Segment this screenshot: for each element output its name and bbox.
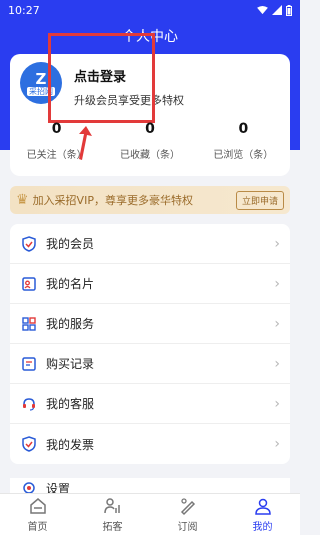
status-time: 10:27 [8, 3, 40, 17]
vip-apply-button[interactable]: 立即申请 [235, 190, 284, 210]
menu-label: 我的发票 [46, 437, 95, 452]
tab-home[interactable]: 首页 [0, 494, 75, 535]
tab-subscribe[interactable]: 订阅 [150, 494, 225, 535]
card-icon [20, 275, 38, 293]
chevron-right-icon: › [274, 235, 280, 252]
stat-value: 0 [51, 121, 62, 137]
stat-value: 0 [145, 121, 155, 137]
vip-banner[interactable]: ♛ 加入采招VIP，尊享更多豪华特权 立即申请 [10, 186, 290, 214]
stats-row: 0 已关注（条） 0 已收藏（条） 0 已浏览（条） [10, 120, 290, 161]
bottom-tab-bar: 首页 拓客 订阅 我的 [0, 493, 300, 535]
stat-label: 已关注（条） [26, 150, 87, 161]
menu-label: 我的服务 [46, 317, 95, 331]
signal-icon [272, 5, 282, 15]
profile-icon [254, 498, 271, 515]
tab-profile[interactable]: 我的 [225, 494, 300, 535]
tab-prospect[interactable]: 拓客 [75, 494, 150, 535]
chevron-right-icon: › [274, 275, 280, 292]
menu-item-service[interactable]: 我的服务 › [10, 304, 290, 344]
vip-text: 加入采招VIP，尊享更多豪华特权 [32, 194, 193, 207]
annotation-highlight-box [48, 33, 155, 123]
menu-label: 我的会员 [46, 237, 95, 251]
chevron-right-icon: › [274, 355, 280, 372]
customer-service-icon [20, 395, 38, 413]
chevron-right-icon: › [274, 315, 280, 332]
crown-icon: ♛ [16, 192, 29, 208]
prospect-icon [103, 498, 120, 514]
menu-label: 购买记录 [46, 357, 95, 371]
chevron-right-icon: › [274, 436, 280, 452]
menu-item-invoice[interactable]: 我的发票 › [10, 424, 290, 464]
stat-label: 已浏览（条） [213, 150, 274, 161]
tab-label: 订阅 [177, 522, 198, 533]
member-icon [20, 235, 38, 253]
menu-item-card[interactable]: 我的名片 › [10, 264, 290, 304]
menu-label: 我的名片 [46, 277, 95, 291]
battery-icon [286, 4, 292, 16]
stat-value: 0 [238, 121, 249, 137]
menu-item-member[interactable]: 我的会员 › [10, 224, 290, 264]
status-icons [257, 4, 292, 16]
tab-label: 我的 [252, 522, 273, 533]
stat-label: 已收藏（条） [119, 150, 180, 161]
stat-following[interactable]: 0 已关注（条） [10, 120, 103, 161]
status-bar: 10:27 [0, 0, 300, 20]
logo-mark-icon: Z [35, 69, 47, 88]
purchase-record-icon [20, 355, 38, 373]
menu-list: 我的会员 › 我的名片 › 我的服务 › 购买记录 › 我的客服 › 我的发票 … [10, 224, 290, 464]
invoice-icon [20, 435, 38, 453]
menu-label: 我的客服 [46, 397, 95, 411]
menu-item-purchase-record[interactable]: 购买记录 › [10, 344, 290, 384]
subscribe-icon [180, 498, 195, 516]
service-icon [20, 315, 38, 333]
stat-favorites[interactable]: 0 已收藏（条） [103, 120, 196, 161]
menu-item-customer-service[interactable]: 我的客服 › [10, 384, 290, 424]
home-icon [29, 498, 46, 514]
tab-label: 拓客 [102, 522, 123, 533]
tab-label: 首页 [27, 522, 48, 533]
chevron-right-icon: › [274, 395, 280, 412]
stat-viewed[interactable]: 0 已浏览（条） [197, 120, 290, 161]
wifi-icon [257, 5, 268, 14]
